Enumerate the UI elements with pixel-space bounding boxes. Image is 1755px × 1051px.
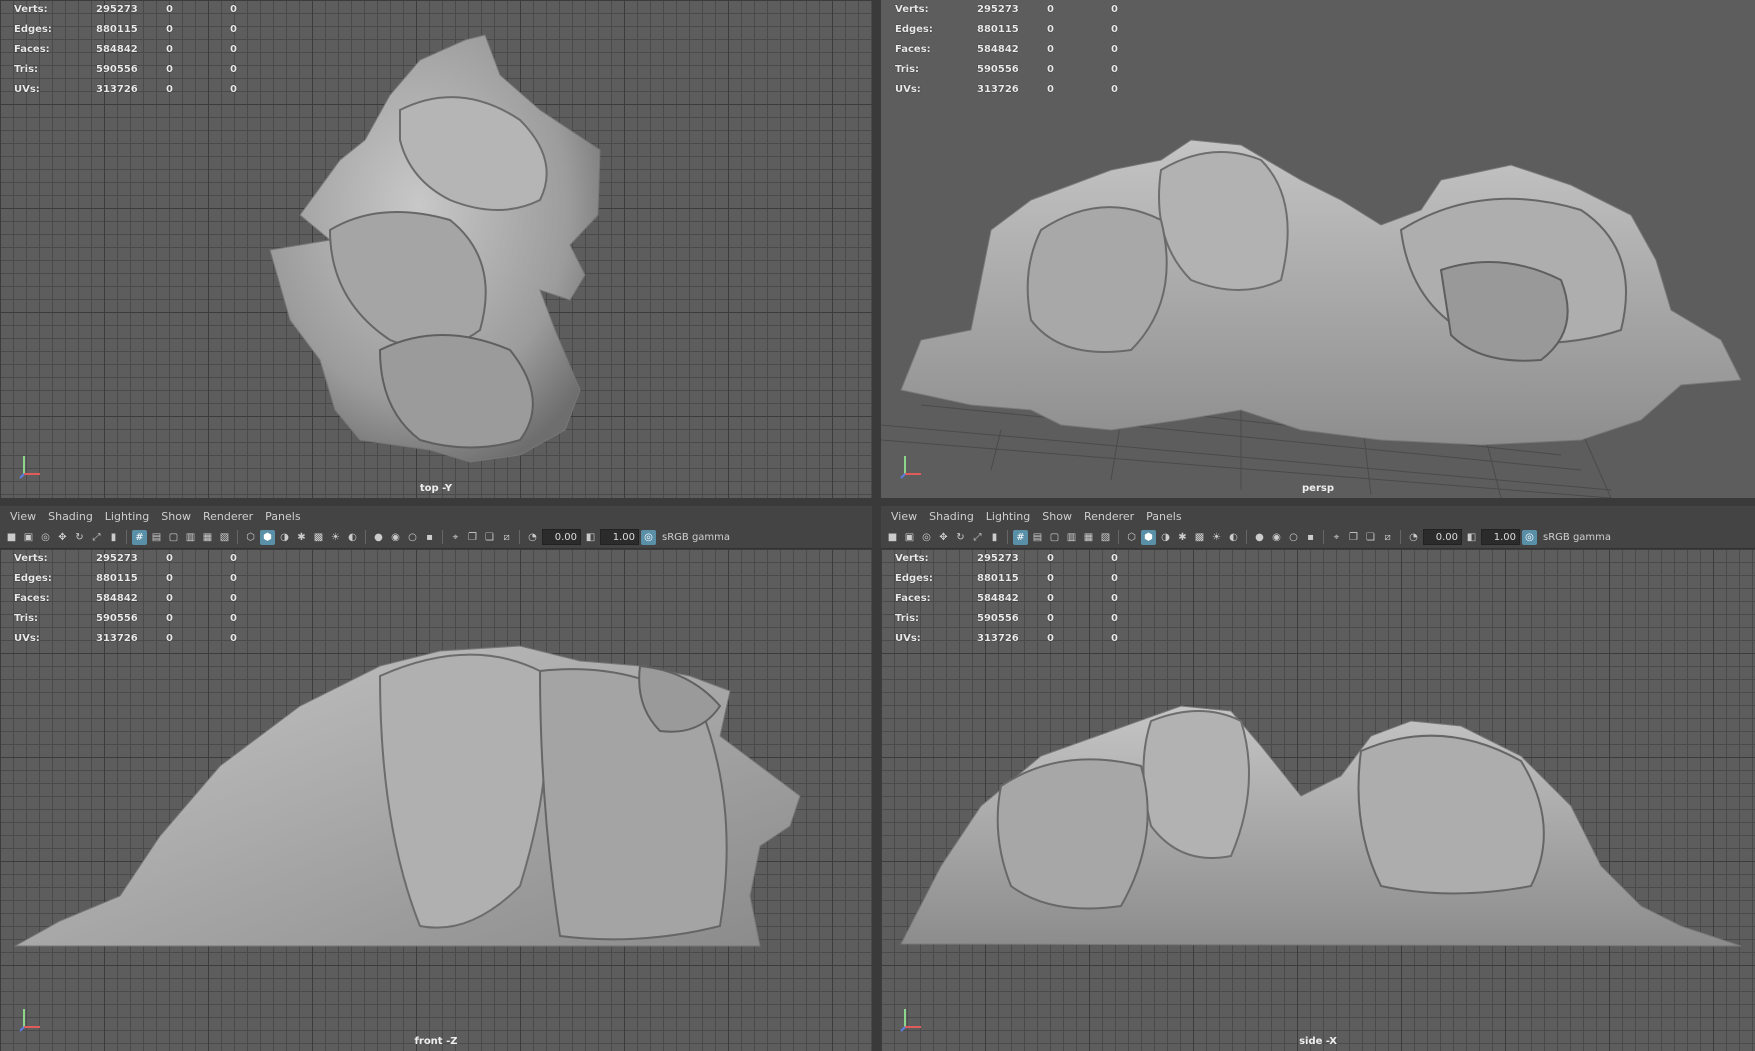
axis-gizmo bbox=[900, 456, 921, 479]
axis-gizmo bbox=[19, 456, 40, 479]
viewport-top[interactable]: Verts: 295273 0 0 Edges: 880115 0 0 Faces: 5848… bbox=[0, 0, 872, 498]
viewport-front[interactable]: View Shading Lighting Show Renderer Pane… bbox=[0, 506, 872, 1051]
rock-mesh-persp[interactable] bbox=[881, 0, 1755, 498]
vertical-splitter[interactable] bbox=[872, 0, 881, 1051]
rock-mesh-front[interactable] bbox=[0, 506, 872, 1051]
camera-label: persp bbox=[1302, 483, 1334, 494]
axis-gizmo bbox=[900, 1009, 921, 1032]
rock-mesh-side[interactable] bbox=[881, 506, 1755, 1051]
camera-label: top -Y bbox=[419, 483, 453, 494]
rock-mesh-top[interactable] bbox=[0, 0, 872, 498]
horizontal-splitter[interactable] bbox=[0, 498, 1755, 506]
camera-label: side -X bbox=[1299, 1036, 1337, 1047]
viewport-persp[interactable]: Verts: 295273 0 0 Edges: 880115 0 0 Faces: 5848… bbox=[881, 0, 1755, 498]
axis-gizmo bbox=[19, 1009, 40, 1032]
camera-label: front -Z bbox=[414, 1036, 458, 1047]
viewport-side[interactable]: View Shading Lighting Show Renderer Pane… bbox=[881, 506, 1755, 1051]
